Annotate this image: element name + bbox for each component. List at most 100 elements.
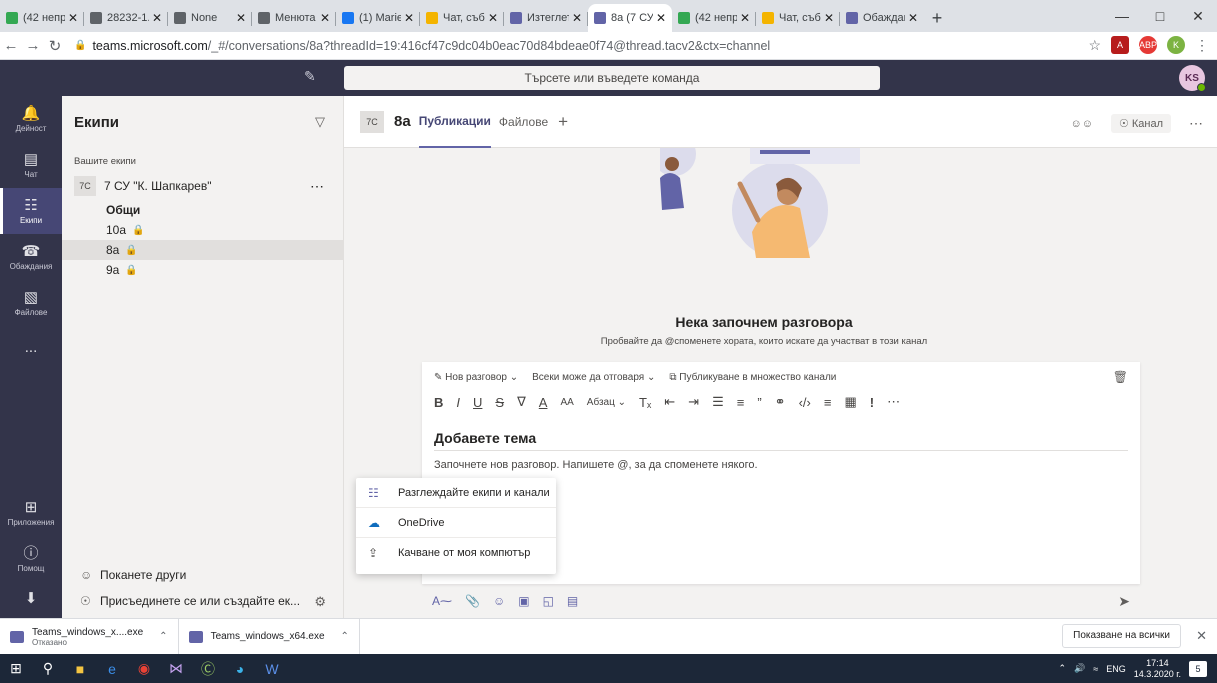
sticker-icon[interactable]: ◱ [543, 594, 554, 608]
tab-close-icon[interactable]: ✕ [320, 11, 330, 25]
clock[interactable]: 17:14 14.3.2020 г. [1134, 658, 1181, 680]
channel-item[interactable]: 9а 🔒 [62, 260, 343, 280]
new-conversation-option[interactable]: ✎ Нов разговор ⌄ [434, 372, 518, 383]
rail-item[interactable]: 🔔 Дейност [0, 96, 62, 142]
channel-item[interactable]: 10а 🔒 [62, 220, 343, 240]
browser-tab[interactable]: Менюта ✕ [252, 4, 336, 32]
code-icon[interactable]: ‹/› [799, 395, 811, 410]
notification-icon[interactable]: 5 [1189, 660, 1207, 677]
rail-more-button[interactable]: ... [0, 326, 62, 372]
publish-multiple-option[interactable]: ⧉ Публикуване в множество канали [669, 372, 836, 383]
bold-icon[interactable]: B [434, 395, 443, 410]
attach-menu-item[interactable]: ☷ Разглеждайте екипи и канали [356, 478, 556, 508]
file-explorer-icon[interactable]: ■ [64, 654, 96, 683]
bullet-list-icon[interactable]: ☰ [712, 394, 724, 410]
horizontal-rule-icon[interactable]: ≡ [824, 395, 832, 410]
new-tab-button[interactable]: + [924, 4, 950, 32]
emoji-icon[interactable]: ☺ [493, 594, 505, 608]
minimize-button[interactable]: — [1103, 0, 1141, 32]
attach-menu-item[interactable]: ⇪ Качване от моя компютър [356, 538, 556, 568]
browser-tab[interactable]: (42 непро✕ [0, 4, 84, 32]
reply-permission-option[interactable]: Всеки може да отговаря ⌄ [532, 372, 655, 383]
important-icon[interactable]: ! [870, 395, 874, 410]
forward-button[interactable]: → [22, 37, 44, 54]
network-icon[interactable]: ≈ [1093, 664, 1098, 674]
show-all-button[interactable]: Показване на всички [1062, 624, 1181, 648]
tab-files[interactable]: Файлове [499, 96, 548, 148]
more-format-icon[interactable]: ⋯ [887, 394, 900, 410]
tab-posts[interactable]: Публикации [418, 96, 491, 148]
more-options-icon[interactable]: ⋯ [1189, 115, 1203, 132]
highlight-icon[interactable]: ∇ [517, 394, 526, 410]
chrome-icon[interactable]: ◉ [128, 654, 160, 683]
tab-close-icon[interactable]: ✕ [488, 11, 498, 25]
channel-info-button[interactable]: ☉ Канал [1110, 114, 1171, 133]
channel-item[interactable]: 8а 🔒 [62, 240, 343, 260]
attach-menu-item[interactable]: ☁ OneDrive [356, 508, 556, 538]
profile-icon[interactable]: K [1167, 36, 1185, 54]
ie-icon[interactable]: e [96, 654, 128, 683]
pdf-extension-icon[interactable]: A [1111, 36, 1129, 54]
rail-item[interactable]: ▤ Чат [0, 142, 62, 188]
tab-close-icon[interactable]: ✕ [740, 11, 750, 25]
edge-icon[interactable]: ◕ [224, 654, 256, 683]
new-chat-icon[interactable]: ✎ [304, 68, 316, 85]
tab-close-icon[interactable]: ✕ [824, 11, 834, 25]
browser-tab[interactable]: Чат, събр✕ [756, 4, 840, 32]
rail-item[interactable]: ☎ Обаждания [0, 234, 62, 280]
attach-icon[interactable]: 📎 [465, 594, 480, 608]
rail-item[interactable]: ☷ Екипи [0, 188, 62, 234]
gif-icon[interactable]: ▣ [518, 594, 529, 608]
close-icon[interactable]: ✕ [1196, 628, 1207, 644]
search-input[interactable]: Търсете или въведете команда [344, 66, 880, 90]
strikethrough-icon[interactable]: S [495, 395, 504, 410]
volume-icon[interactable]: 🔊 [1074, 663, 1085, 674]
add-tab-button[interactable]: + [558, 112, 568, 132]
quote-icon[interactable]: ” [757, 395, 761, 410]
numbered-list-icon[interactable]: ≡ [737, 395, 745, 410]
underline-icon[interactable]: U [473, 395, 482, 410]
app-icon[interactable]: Ⓒ [192, 654, 224, 683]
chevron-up-icon[interactable]: ⌃ [159, 631, 167, 642]
browser-tab[interactable]: Чат, събр✕ [420, 4, 504, 32]
clear-format-icon[interactable]: Tₓ [639, 395, 651, 410]
user-avatar[interactable]: KS [1179, 65, 1206, 92]
team-row[interactable]: 7C 7 СУ "К. Шапкарев" ⋯ [62, 172, 343, 200]
search-icon[interactable]: ⚲ [32, 654, 64, 683]
tab-close-icon[interactable]: ✕ [404, 11, 414, 25]
indent-icon[interactable]: ⇥ [688, 394, 699, 410]
browser-menu-icon[interactable]: ⋮ [1195, 37, 1209, 54]
send-icon[interactable]: ➤ [1118, 593, 1130, 610]
font-color-icon[interactable]: A [539, 395, 548, 410]
channel-item[interactable]: Общи [62, 200, 343, 220]
tray-chevron-icon[interactable]: ⌃ [1059, 663, 1067, 674]
format-icon[interactable]: A⁓ [432, 594, 452, 608]
tab-close-icon[interactable]: ✕ [656, 11, 666, 25]
windows-start-icon[interactable]: ⊞ [0, 654, 32, 683]
adblock-extension-icon[interactable]: ABP [1139, 36, 1157, 54]
outdent-icon[interactable]: ⇤ [664, 394, 675, 410]
meet-now-icon[interactable]: ▤ [567, 594, 578, 608]
browser-tab[interactable]: Изтеглете✕ [504, 4, 588, 32]
browser-tab[interactable]: None ✕ [168, 4, 252, 32]
reload-button[interactable]: ↻ [44, 37, 66, 55]
browser-tab[interactable]: (42 непро✕ [672, 4, 756, 32]
tab-close-icon[interactable]: ✕ [236, 11, 246, 25]
browser-tab[interactable]: 8a (7 СУ ✕ [588, 4, 672, 32]
star-icon[interactable]: ☆ [1088, 37, 1101, 54]
message-input[interactable]: Започнете нов разговор. Напишете @, за д… [434, 459, 758, 471]
word-icon[interactable]: W [256, 654, 288, 683]
join-team-button[interactable]: ☉ Присъединете се или създайте ек... [62, 588, 344, 614]
filter-icon[interactable]: ▽ [315, 114, 325, 130]
font-size-icon[interactable]: AA [560, 397, 573, 408]
tab-close-icon[interactable]: ✕ [572, 11, 582, 25]
italic-icon[interactable]: I [456, 395, 460, 410]
members-icon[interactable]: ☺☺ [1070, 118, 1092, 130]
media-icon[interactable]: ⋈ [160, 654, 192, 683]
language-indicator[interactable]: ENG [1106, 664, 1126, 674]
url-field[interactable]: 🔒 teams.microsoft.com/_#/conversations/8… [74, 34, 1114, 58]
download-item[interactable]: Teams_windows_x64.exe ⌃ [179, 618, 360, 655]
rail-item-apps[interactable]: ⊞ Приложения [0, 490, 62, 536]
download-item[interactable]: Teams_windows_x....exe Отказано ⌃ [0, 618, 179, 655]
gear-icon[interactable]: ⚙ [314, 594, 326, 610]
